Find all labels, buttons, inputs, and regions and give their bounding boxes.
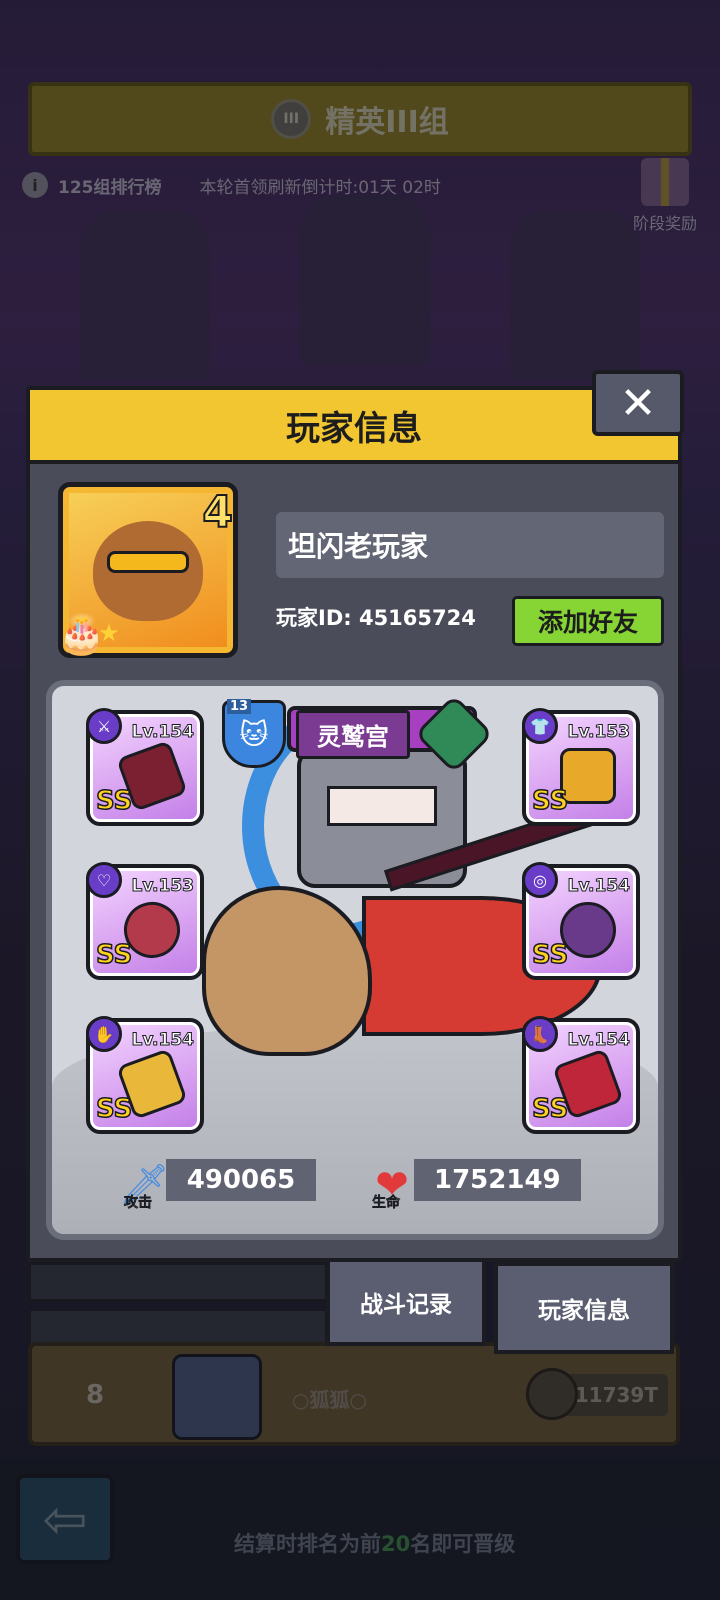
tab-battle-record[interactable]: 战斗记录	[326, 1258, 486, 1346]
attack-stat: 🗡 攻击 490065	[116, 1152, 316, 1211]
guild-name: 灵鹫宫	[296, 709, 410, 759]
hp-label: 生命	[372, 1195, 401, 1212]
sword-icon: 🗡 攻击	[118, 1162, 170, 1211]
avatar-level: 4	[201, 486, 234, 539]
hero-eyes	[327, 786, 437, 826]
item-grade: SS	[95, 939, 133, 971]
necklace-type-icon: ♡	[86, 862, 122, 898]
attack-label: 攻击	[124, 1195, 153, 1212]
hp-stat: ❤ 生命 1752149	[364, 1152, 581, 1211]
cat-icon: 🐱	[239, 717, 269, 751]
item-grade: SS	[531, 785, 569, 817]
cake-icon: 🎂	[58, 612, 106, 656]
armor-icon	[560, 748, 616, 804]
close-icon: ✕	[619, 377, 657, 429]
item-grade: SS	[95, 785, 133, 817]
item-grade: SS	[95, 1093, 133, 1125]
guild-level: 13	[227, 699, 252, 714]
equipment-slot-gloves[interactable]: ✋ Lv.154 SS	[86, 1016, 204, 1134]
player-name: 坦闪老玩家	[276, 512, 664, 578]
item-level: Lv.154	[567, 1030, 630, 1051]
dialog-title: 玩家信息	[30, 390, 678, 464]
equipment-panel: 13 🐱 灵鹫宫 ⚔ Lv.154 SS ♡ Lv.153 SS ✋ Lv.15…	[46, 680, 664, 1240]
hp-value: 1752149	[414, 1159, 581, 1201]
player-id: 玩家ID: 45165724	[276, 606, 476, 630]
belt-icon	[560, 902, 616, 958]
equipment-slot-weapon[interactable]: ⚔ Lv.154 SS	[86, 708, 204, 826]
equipment-slot-belt[interactable]: ◎ Lv.154 SS	[522, 862, 640, 980]
item-grade: SS	[531, 939, 569, 971]
item-grade: SS	[531, 1093, 569, 1125]
item-level: Lv.154	[567, 876, 630, 897]
attack-value: 490065	[166, 1159, 316, 1201]
gloves-type-icon: ✋	[86, 1016, 122, 1052]
heart-icon: ❤ 生命	[372, 1162, 409, 1211]
hexagon-gem-icon	[414, 694, 494, 774]
equipment-slot-boots[interactable]: 👢 Lv.154 SS	[522, 1016, 640, 1134]
close-button[interactable]: ✕	[592, 370, 684, 436]
guild-badge-icon: 13 🐱	[222, 699, 286, 768]
item-level: Lv.153	[567, 722, 630, 743]
belt-type-icon: ◎	[522, 862, 558, 898]
avatar-glasses	[107, 551, 189, 573]
tab-player-info[interactable]: 玩家信息	[494, 1262, 674, 1354]
add-friend-button[interactable]: 添加好友	[512, 596, 664, 646]
boots-type-icon: 👢	[522, 1016, 558, 1052]
weapon-type-icon: ⚔	[86, 708, 122, 744]
guild-info[interactable]: 13 🐱 灵鹫宫	[222, 694, 494, 774]
player-info-dialog: 玩家信息 ✕ ★ ★ 4 🎂 坦闪老玩家 玩家ID: 45165724 添加好友…	[26, 370, 684, 1262]
item-level: Lv.154	[131, 722, 194, 743]
equipment-slot-necklace[interactable]: ♡ Lv.153 SS	[86, 862, 204, 980]
item-level: Lv.154	[131, 1030, 194, 1051]
armor-type-icon: 👕	[522, 708, 558, 744]
equipment-slot-armor[interactable]: 👕 Lv.153 SS	[522, 708, 640, 826]
item-level: Lv.153	[131, 876, 194, 897]
